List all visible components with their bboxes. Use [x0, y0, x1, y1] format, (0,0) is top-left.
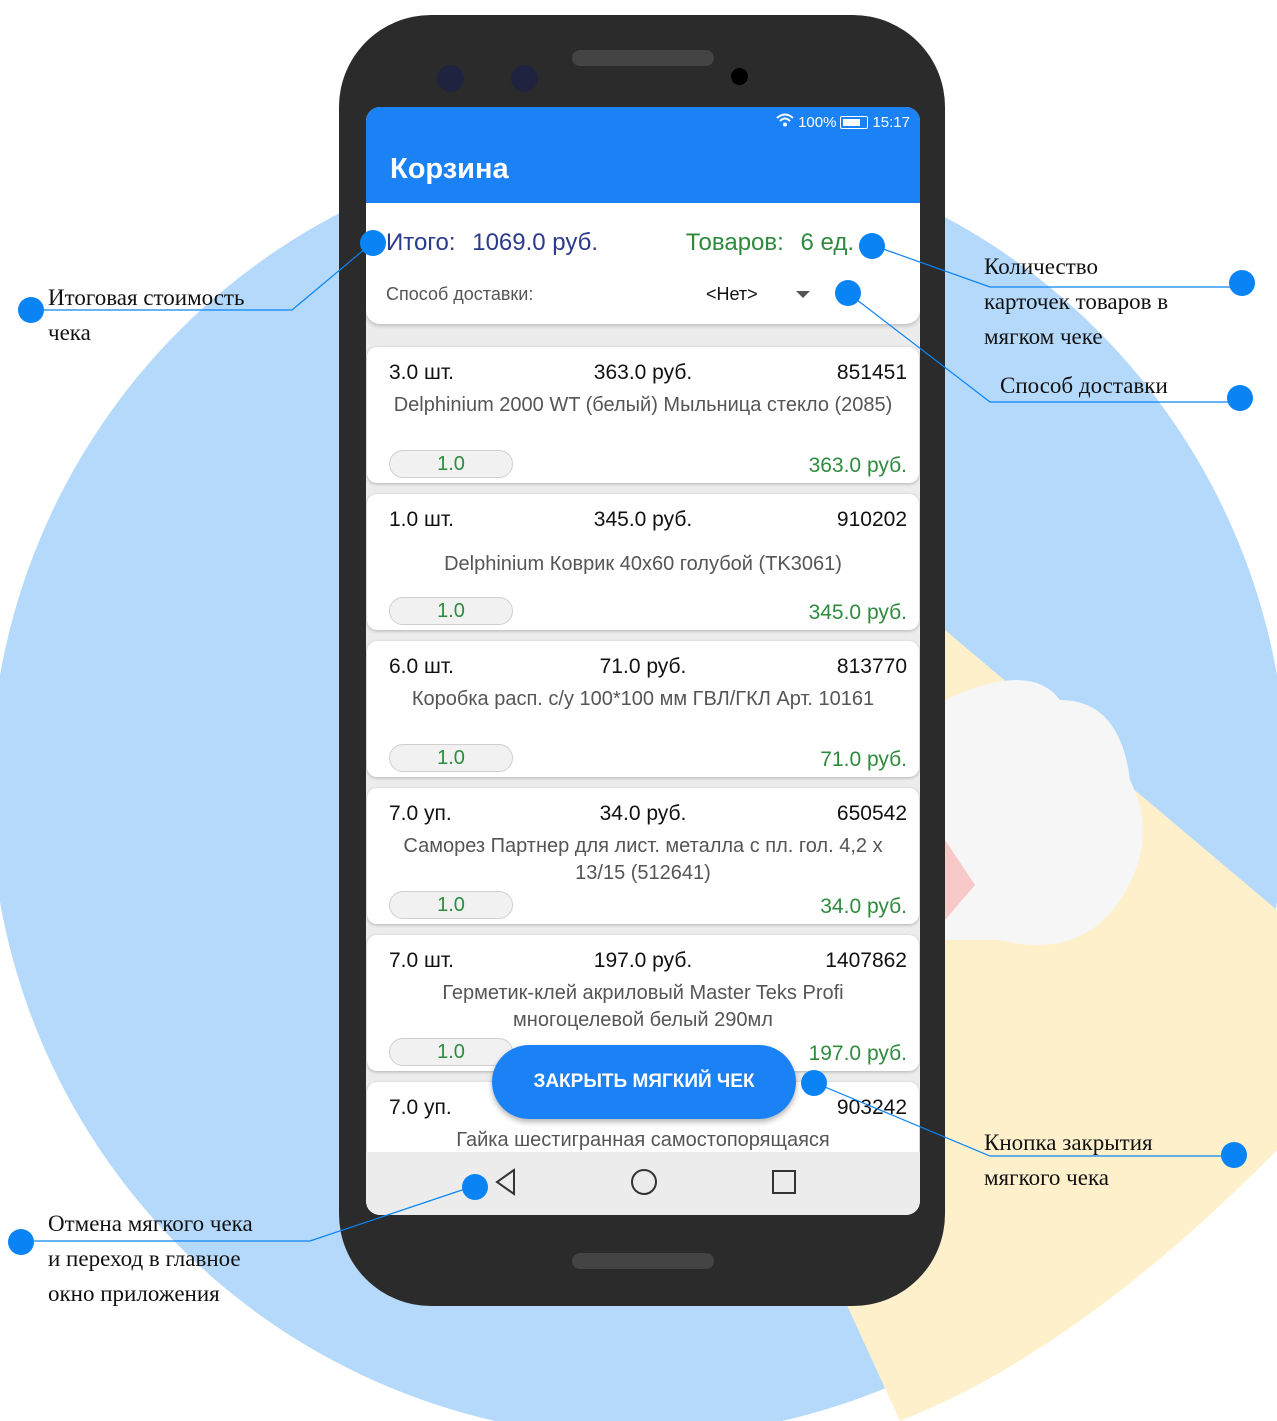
annotation-delivery: Способ доставки	[1000, 368, 1168, 403]
annotation-cancel: Отмена мягкого чека и переход в главное …	[48, 1206, 253, 1311]
annotation-marker	[1227, 385, 1253, 411]
annotation-marker	[360, 230, 386, 256]
annotation-marker	[859, 233, 885, 259]
annotation-line: окно приложения	[48, 1281, 220, 1306]
annotation-count: Количество карточек товаров в мягком чек…	[984, 249, 1168, 354]
annotation-marker	[835, 280, 861, 306]
annotation-line: Количество	[984, 254, 1098, 279]
annotation-marker	[18, 297, 44, 323]
annotation-line: Отмена мягкого чека	[48, 1211, 253, 1236]
annotation-marker	[462, 1174, 488, 1200]
annotation-close: Кнопка закрытия мягкого чека	[984, 1125, 1153, 1195]
annotation-total: Итоговая стоимость чека	[48, 280, 244, 350]
annotation-line: карточек товаров в	[984, 289, 1169, 314]
annotation-marker	[8, 1229, 34, 1255]
annotation-marker	[1221, 1142, 1247, 1168]
annotation-line: мягком чеке	[984, 324, 1103, 349]
annotation-marker	[1229, 270, 1255, 296]
annotation-line: Кнопка закрытия	[984, 1130, 1153, 1155]
annotation-line: Способ доставки	[1000, 373, 1168, 398]
annotation-line: мягкого чека	[984, 1165, 1109, 1190]
annotation-line: чека	[48, 320, 91, 345]
annotation-marker	[801, 1070, 827, 1096]
annotation-line: Итоговая стоимость	[48, 285, 245, 310]
annotation-line: и переход в главное	[48, 1246, 241, 1271]
